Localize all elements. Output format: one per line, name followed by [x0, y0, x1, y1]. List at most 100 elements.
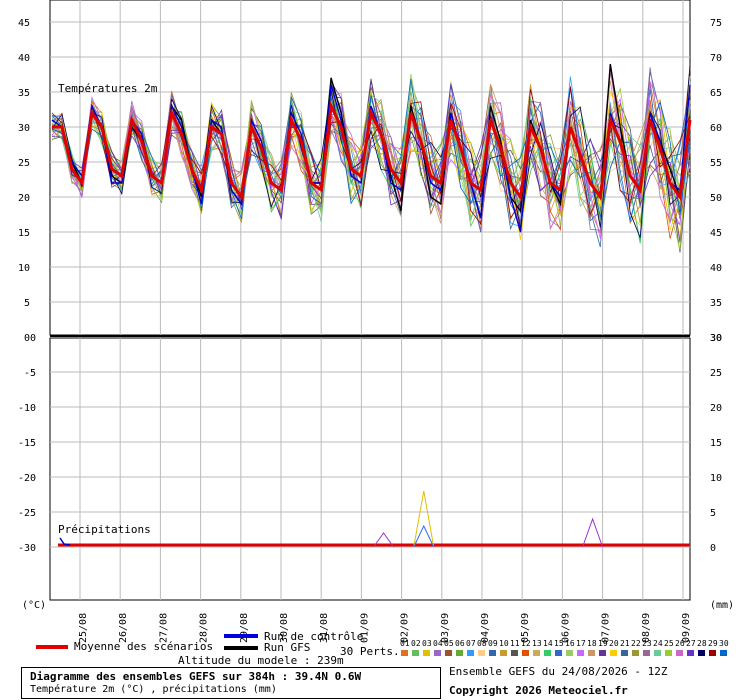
footer-title-box: Diagramme des ensembles GEFS sur 384h : … — [21, 667, 441, 699]
pert-swatch — [654, 650, 661, 656]
x-tick-label: 27/08 — [158, 613, 169, 643]
right-tick-label: 0 — [710, 543, 716, 554]
right-tick-label: 25 — [710, 368, 722, 379]
pert-number: 30 — [719, 639, 729, 648]
pert-number: 15 — [554, 639, 564, 648]
pert-swatch — [456, 650, 463, 656]
pert-number: 02 — [411, 639, 421, 648]
left-tick-label: -20 — [18, 473, 36, 484]
pert-swatch — [566, 650, 573, 656]
pert-swatch — [588, 650, 595, 656]
right-tick-label: 75 — [710, 18, 722, 29]
pert-number: 09 — [488, 639, 498, 648]
pert-swatch — [478, 650, 485, 656]
copyright: Copyright 2026 Meteociel.fr — [449, 684, 628, 697]
pert-number: 12 — [521, 639, 531, 648]
pert-swatch — [401, 650, 408, 656]
x-tick-label: 29/08 — [239, 613, 250, 643]
x-tick-label: 25/08 — [78, 613, 89, 643]
right-tick-label: 10 — [710, 473, 722, 484]
pert-swatch — [522, 650, 529, 656]
right-tick-label: 55 — [710, 158, 722, 169]
pert-number: 14 — [543, 639, 553, 648]
pert-number: 08 — [477, 639, 487, 648]
left-tick-label: 25 — [18, 158, 30, 169]
left-tick-label: -10 — [18, 403, 36, 414]
left-tick-label: 10 — [18, 263, 30, 274]
pert-number: 27 — [686, 639, 696, 648]
left-tick-label: -30 — [18, 543, 36, 554]
right-tick-label: 40 — [710, 263, 722, 274]
pert-number: 04 — [433, 639, 443, 648]
pert-number: 13 — [532, 639, 542, 648]
legend-control-swatch — [224, 634, 258, 638]
perts-label: 30 Perts. — [340, 645, 400, 658]
pert-number: 10 — [499, 639, 509, 648]
pert-number: 21 — [620, 639, 630, 648]
pert-swatch — [577, 650, 584, 656]
left-tick-label: 30 — [18, 123, 30, 134]
pert-number: 29 — [708, 639, 718, 648]
right-tick-label: 35 — [710, 298, 722, 309]
legend-gfs-swatch — [224, 646, 258, 650]
pert-swatch — [511, 650, 518, 656]
pert-swatch — [423, 650, 430, 656]
lower-panel-title: Précipitations — [58, 523, 151, 536]
left-tick-label: -15 — [18, 438, 36, 449]
pert-number: 28 — [697, 639, 707, 648]
x-tick-label: 26/08 — [118, 613, 129, 643]
pert-number: 16 — [565, 639, 575, 648]
pert-number: 17 — [576, 639, 586, 648]
pert-swatch — [434, 650, 441, 656]
pert-swatch — [720, 650, 727, 656]
left-tick-label: 15 — [18, 228, 30, 239]
pert-number: 18 — [587, 639, 597, 648]
pert-number: 07 — [466, 639, 476, 648]
right-tick-label: 15 — [710, 438, 722, 449]
legend-mean-swatch — [36, 645, 68, 649]
pert-number: 05 — [444, 639, 454, 648]
pert-swatch — [698, 650, 705, 656]
pert-swatch — [643, 650, 650, 656]
pert-swatch — [445, 650, 452, 656]
pert-number: 24 — [653, 639, 663, 648]
pert-swatch — [489, 650, 496, 656]
left-tick-label: 45 — [18, 18, 30, 29]
pert-swatch — [687, 650, 694, 656]
lower-panel-grid — [49, 335, 691, 601]
left-tick-label: 40 — [18, 53, 30, 64]
pert-swatch — [533, 650, 540, 656]
pert-swatch — [665, 650, 672, 656]
left-tick-label: 20 — [18, 193, 30, 204]
pert-number: 19 — [598, 639, 608, 648]
pert-number: 03 — [422, 639, 432, 648]
pert-swatch — [599, 650, 606, 656]
footer-title: Diagramme des ensembles GEFS sur 384h : … — [30, 670, 362, 683]
right-tick-label: 65 — [710, 88, 722, 99]
pert-swatch — [621, 650, 628, 656]
left-tick-label: 0 — [30, 333, 36, 344]
gefs-chart: 0 305 3510 4015 4520 5025 5530 6035 6540 7045 750 3… — [18, 0, 722, 643]
pert-swatch — [544, 650, 551, 656]
pert-swatch — [709, 650, 716, 656]
x-tick-label: 28/08 — [199, 613, 210, 643]
footer-subtitle: Température 2m (°C) , précipitations (mm… — [30, 684, 277, 695]
pert-number: 25 — [664, 639, 674, 648]
right-tick-label: 70 — [710, 53, 722, 64]
right-tick-label: 20 — [710, 403, 722, 414]
altitude-label: Altitude du modele : 239m — [178, 654, 344, 667]
pert-swatch — [676, 650, 683, 656]
pert-swatch — [500, 650, 507, 656]
pert-swatch — [610, 650, 617, 656]
upper-panel-title: Températures 2m — [58, 82, 158, 95]
run-info: Ensemble GEFS du 24/08/2026 - 12Z — [449, 665, 668, 678]
pert-swatch — [632, 650, 639, 656]
pert-swatch — [555, 650, 562, 656]
left-tick-label: 35 — [18, 88, 30, 99]
lower-panel-frame — [49, 337, 691, 601]
pert-number: 01 — [400, 639, 410, 648]
right-tick-label: 5 — [710, 508, 716, 519]
left-tick-label: -5 — [24, 368, 36, 379]
right-unit-label: (mm) — [710, 600, 735, 611]
pert-swatch — [412, 650, 419, 656]
